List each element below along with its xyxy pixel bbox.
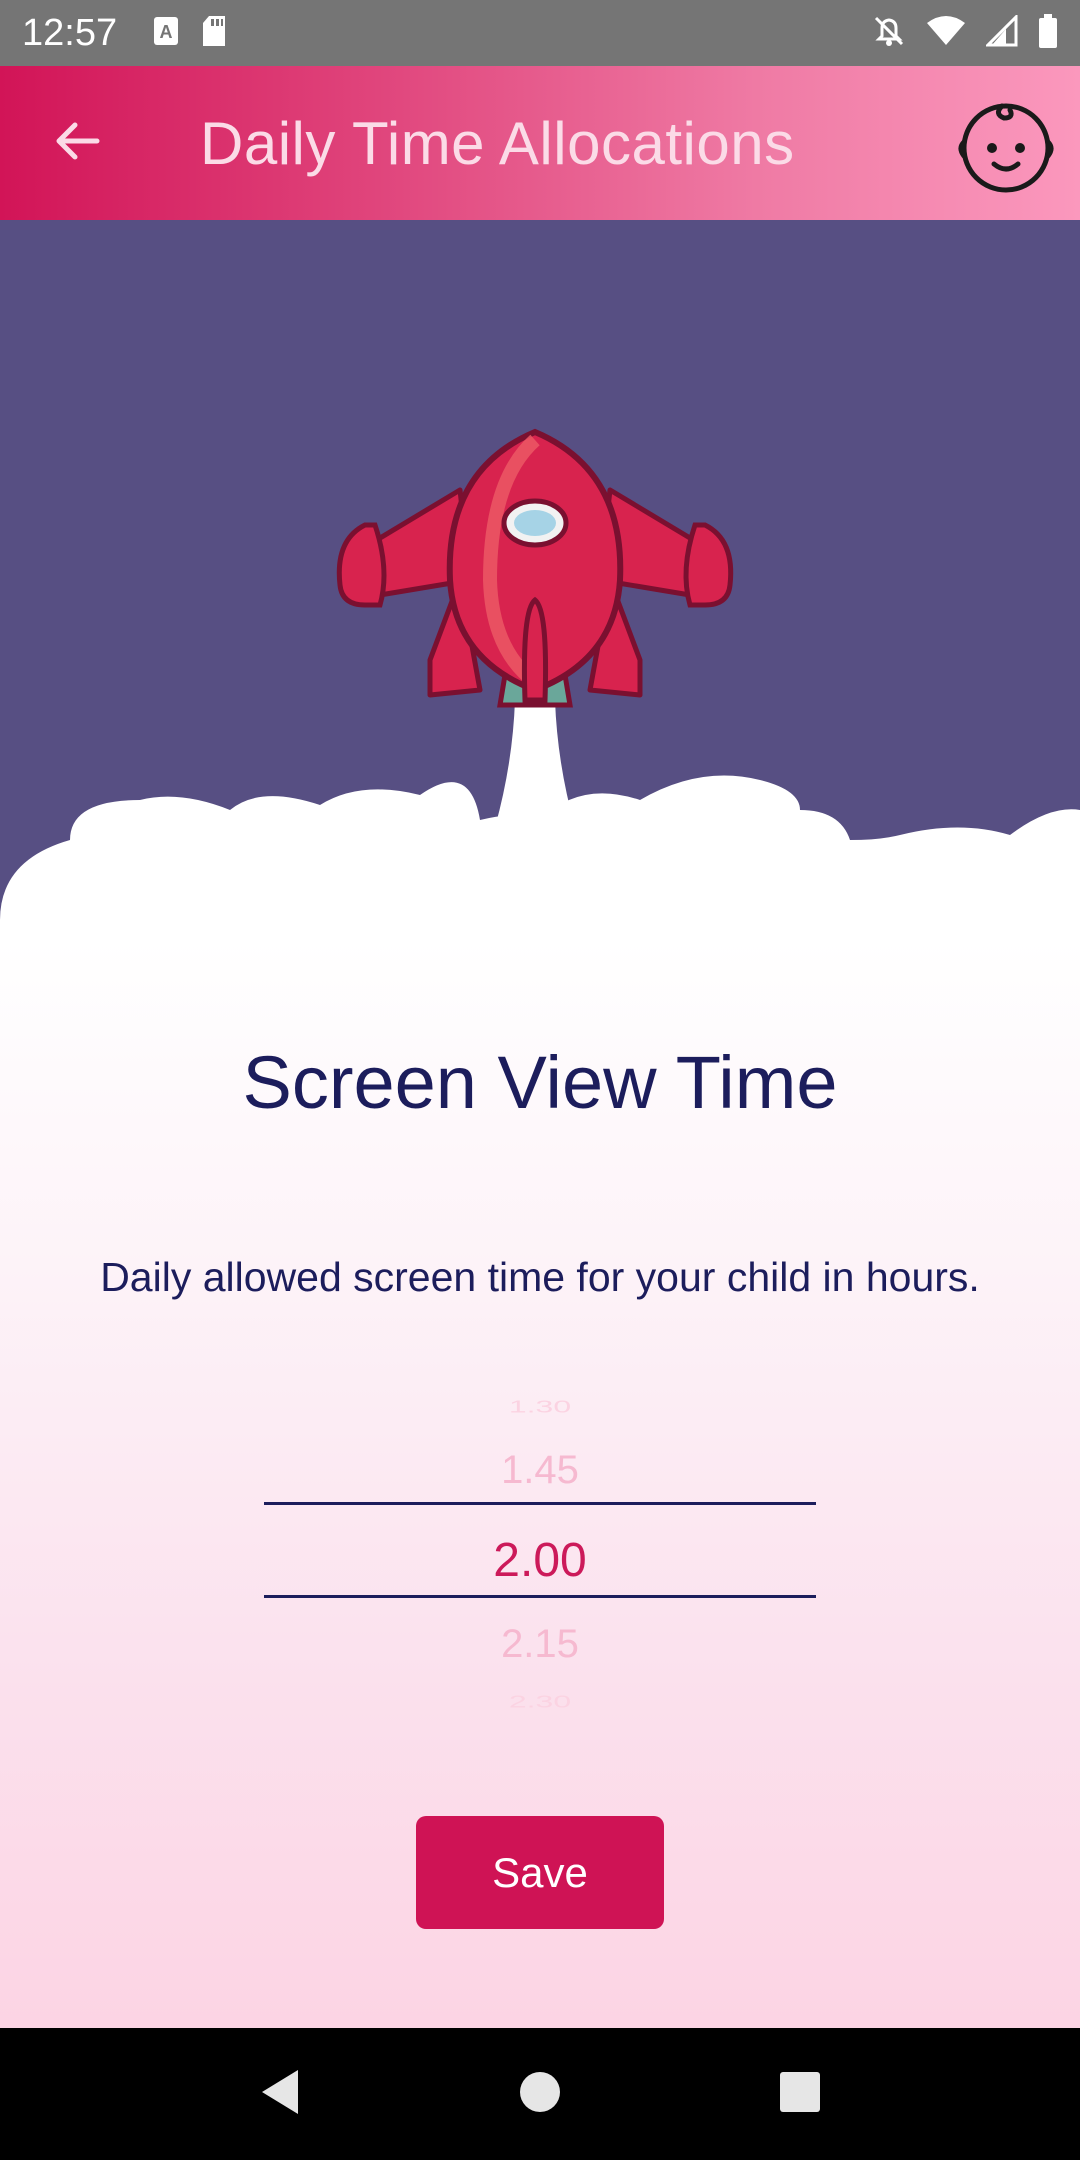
hero-banner	[0, 220, 1080, 980]
rocket-launch-icon	[0, 428, 1080, 980]
status-bar: 12:57 A	[0, 0, 1080, 66]
picker-option[interactable]: 2.15	[264, 1622, 816, 1667]
svg-text:A: A	[160, 22, 173, 42]
recents-square-icon	[779, 2071, 821, 2118]
hours-picker[interactable]: 1.30 1.45 2.00 2.15 2.30	[264, 1380, 816, 1730]
picker-divider-top	[264, 1502, 816, 1505]
text-a-icon: A	[153, 16, 179, 51]
back-triangle-icon	[258, 2068, 302, 2121]
save-button[interactable]: Save	[416, 1816, 664, 1929]
system-nav-bar	[0, 2028, 1080, 2160]
picker-option[interactable]: 1.45	[264, 1448, 816, 1493]
section-description: Daily allowed screen time for your child…	[100, 1254, 980, 1300]
nav-recents-button[interactable]	[745, 2039, 855, 2149]
signal-icon	[984, 12, 1018, 52]
picker-selected-value[interactable]: 2.00	[264, 1533, 816, 1588]
picker-option[interactable]: 2.30	[264, 1691, 816, 1711]
arrow-back-icon	[51, 115, 103, 172]
do-not-disturb-icon	[872, 14, 906, 53]
section-title: Screen View Time	[242, 1041, 838, 1124]
home-circle-icon	[518, 2070, 562, 2119]
nav-home-button[interactable]	[485, 2039, 595, 2149]
sd-card-icon	[201, 15, 227, 52]
nav-back-button[interactable]	[225, 2039, 335, 2149]
wifi-icon	[926, 15, 966, 52]
status-time: 12:57	[22, 11, 118, 54]
battery-icon	[1038, 13, 1058, 53]
app-bar: Daily Time Allocations	[0, 66, 1080, 220]
picker-divider-bottom	[264, 1595, 816, 1598]
child-profile-button[interactable]	[954, 92, 1058, 196]
picker-option[interactable]: 1.30	[264, 1396, 816, 1416]
back-button[interactable]	[0, 66, 154, 220]
baby-face-icon	[954, 103, 1058, 200]
page-title: Daily Time Allocations	[200, 109, 795, 177]
